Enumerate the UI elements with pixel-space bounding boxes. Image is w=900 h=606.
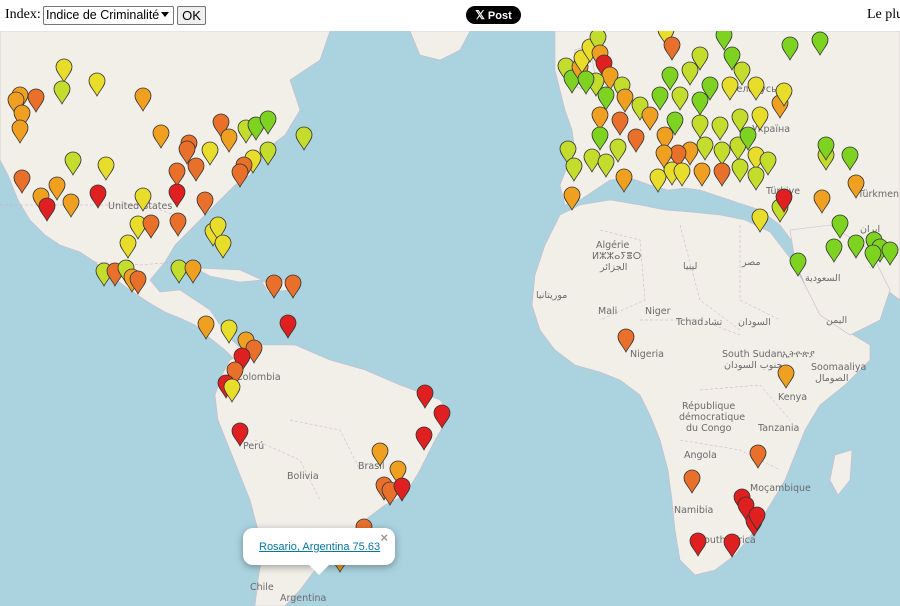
label-yemen: اليمن [826,315,847,326]
label-south-sudan: South Sudan [722,349,783,360]
label-tchad-arabic: تشاد [704,317,723,328]
label-niger: Niger [645,306,671,317]
label-nigeria: Nigeria [630,349,664,360]
world-map[interactable]: United States Algérie ⵍⵣⵣⴰⵢⴻⵔ الجزائر لي… [0,31,900,606]
land-madagascar [829,449,853,496]
popup-tip [309,565,329,575]
label-algerie: Algérie [596,240,630,251]
label-egypt: مصر [741,257,761,268]
label-turkmenistan: Türkmen [857,189,899,200]
label-saudi-arabia: السعودية [805,273,840,284]
header-text: Le plu [867,7,900,22]
label-tanzania: Tanzania [757,423,799,434]
label-namibia: Namibia [674,505,713,516]
label-drc-2: démocratique [679,412,745,423]
index-select[interactable]: Indice de Criminalité [43,6,174,25]
label-algerie-tifinagh: ⵍⵣⵣⴰⵢⴻⵔ [592,251,641,262]
post-button[interactable]: 𝕏 Post [466,6,521,24]
ok-button[interactable]: OK [177,6,206,25]
city-marker[interactable] [214,234,232,259]
popup-city-link[interactable]: Rosario, Argentina 75.63 [259,541,380,553]
label-drc-3: du Congo [686,423,732,434]
label-argentina: Argentina [280,593,326,604]
city-marker[interactable] [615,168,633,193]
label-colombia: Colombia [236,372,281,383]
index-label: Index: [5,7,41,22]
city-popup: Rosario, Argentina 75.63 × [243,528,395,575]
label-ethiopia: ኢትዮጵያ [782,349,815,360]
label-mauritania: موريتانيا [536,290,567,301]
city-marker[interactable] [284,274,302,299]
label-drc-1: République [682,401,735,412]
label-peru: Perú [243,441,264,452]
post-button-label: Post [487,10,512,22]
label-mali: Mali [598,306,617,317]
land-south-america [214,344,451,606]
label-sudan: السودان [738,317,771,328]
label-kenya: Kenya [778,392,807,403]
close-icon[interactable]: × [380,530,388,545]
x-logo-icon: 𝕏 [475,8,485,22]
land-greenland [409,31,471,61]
label-south-sudan-arabic: جنوب السودان [724,360,783,371]
city-marker[interactable] [279,314,297,339]
label-mozambique: Moçambique [750,483,811,494]
chevron-down-icon [161,12,169,17]
label-somalia: Soomaaliya [811,362,866,373]
index-select-value: Indice de Criminalité [46,8,160,22]
label-tchad: Tchad [675,317,703,328]
label-algerie-arabic: الجزائر [599,262,627,273]
land-cuba [194,267,264,283]
label-chile: Chile [250,582,274,593]
city-marker[interactable] [259,141,277,166]
city-marker[interactable] [184,259,202,284]
map-canvas: United States Algérie ⵍⵣⵣⴰⵢⴻⵔ الجزائر لي… [0,31,900,606]
city-marker[interactable] [295,126,313,151]
city-marker[interactable] [265,274,283,299]
city-marker[interactable] [170,259,188,284]
toolbar: Index: Indice de Criminalité OK 𝕏 Post Le… [0,0,900,31]
label-angola: Angola [684,450,717,461]
label-somalia-arabic: الصومال [815,373,849,384]
label-bolivia: Bolivia [287,471,319,482]
label-libya: ليبيا [683,261,697,272]
